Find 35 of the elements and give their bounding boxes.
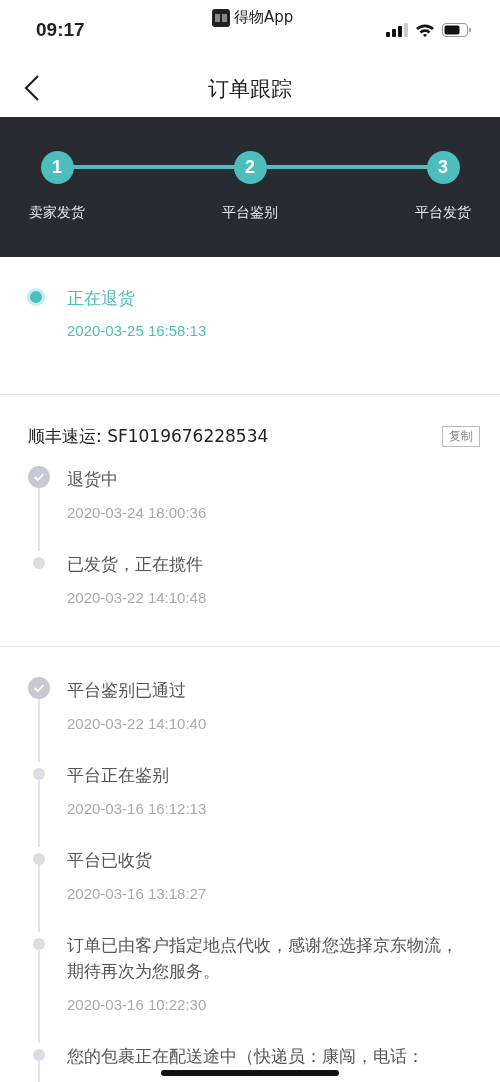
step-number: 1 [40,151,74,184]
current-status-dot [30,291,42,303]
event-title: 平台正在鉴别 [67,764,170,787]
event-title: 您的包裹正在配送途中（快递员：康闯，电话： [67,1045,424,1068]
signal-icon [386,23,408,37]
check-icon [28,466,50,488]
tracking-number: 顺丰速运: SF1019676228534 [28,425,269,448]
app-logo-icon [212,8,230,27]
event-title: 退货中 [67,468,119,491]
battery-icon [442,23,472,37]
wifi-icon [415,23,435,37]
copy-button[interactable]: 复制 [442,426,480,447]
check-icon [28,677,50,699]
step-number: 3 [426,151,460,184]
app-name: 得物App [234,8,294,27]
timeline-dot [33,557,45,569]
event-title: 平台已收货 [67,849,153,872]
event-time: 2020-03-16 16:12:13 [67,800,207,817]
status-time: 09:17 [36,19,85,41]
event-title: 平台鉴别已通过 [67,679,187,702]
event-title: 已发货，正在揽件 [67,553,204,576]
page-title: 订单跟踪 [208,75,292,103]
step-label: 卖家发货 [29,204,85,222]
event-time: 2020-03-22 14:10:48 [67,589,207,606]
event-time: 2020-03-16 13:18:27 [67,885,207,902]
event-time: 2020-03-22 14:10:40 [67,715,207,732]
current-status: 正在退货 [67,287,136,310]
event-time: 2020-03-24 18:00:36 [67,504,207,521]
back-icon[interactable] [24,75,40,101]
event-time: 2020-03-16 10:22:30 [67,996,208,1013]
step-number: 2 [233,151,267,184]
step-label: 平台鉴别 [222,204,278,222]
step-label: 平台发货 [415,204,471,222]
status-date-text: 2020-03-25 16:58:13 [67,322,207,339]
event-title: 订单已由客户指定地点代收，感谢您选择京东物流，期待再次为您服务。 [67,934,459,983]
